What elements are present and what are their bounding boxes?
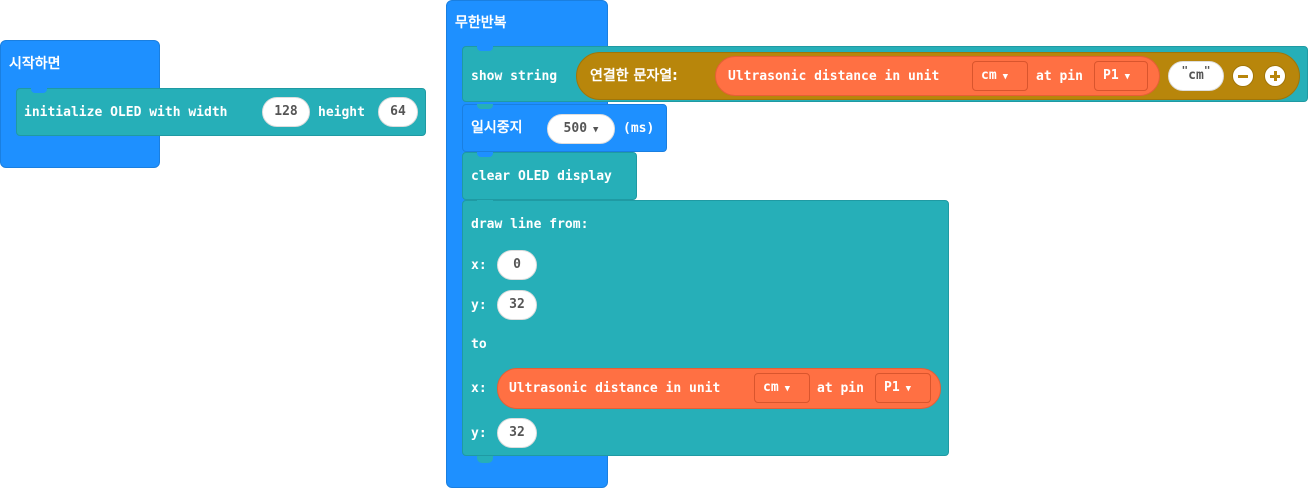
- oled-init-label: initialize OLED with width: [24, 105, 228, 120]
- unit-dropdown[interactable]: cm ▼: [754, 373, 810, 403]
- string-input[interactable]: "cm": [1168, 61, 1224, 91]
- chevron-down-icon: ▼: [784, 384, 791, 394]
- draw-line-label: draw line from:: [471, 217, 589, 232]
- ultrasonic-label: Ultrasonic distance in unit: [728, 69, 940, 84]
- quote-open: ": [1181, 64, 1189, 77]
- quote-close: ": [1203, 64, 1211, 77]
- pause-ms-value: 500: [563, 121, 588, 136]
- unit-dropdown[interactable]: cm ▼: [972, 61, 1028, 91]
- x2-label: x:: [471, 381, 487, 396]
- pin-value: P1: [1103, 68, 1119, 83]
- pause-ms-dropdown[interactable]: 500 ▼: [547, 114, 615, 144]
- width-input[interactable]: 128: [262, 97, 310, 127]
- block-notch: [31, 88, 47, 93]
- plus-icon[interactable]: [1264, 65, 1286, 87]
- clear-oled-label: clear OLED display: [471, 169, 612, 184]
- at-pin-label: at pin: [1036, 69, 1083, 84]
- ultrasonic-label: Ultrasonic distance in unit: [509, 381, 721, 396]
- block-notch: [477, 200, 493, 205]
- chevron-down-icon: ▼: [1124, 72, 1131, 82]
- pin-value: P1: [884, 380, 900, 395]
- on-start-label: 시작하면: [9, 56, 61, 72]
- to-label: to: [471, 337, 487, 352]
- chevron-down-icon: ▼: [593, 125, 599, 135]
- pin-dropdown[interactable]: P1 ▼: [875, 373, 931, 403]
- y2-label: y:: [471, 426, 487, 441]
- block-notch: [477, 104, 493, 109]
- show-string-label: show string: [471, 69, 558, 84]
- block-tab: [477, 456, 493, 463]
- y2-input[interactable]: 32: [497, 418, 537, 448]
- x1-input[interactable]: 0: [497, 250, 537, 280]
- at-pin-label: at pin: [817, 381, 864, 396]
- minus-icon[interactable]: [1232, 65, 1254, 87]
- draw-line-block[interactable]: [462, 200, 949, 463]
- unit-value: cm: [763, 380, 779, 395]
- height-label: height: [318, 105, 365, 120]
- join-label: 연결한 문자열:: [590, 68, 678, 84]
- pause-label: 일시중지: [471, 120, 523, 136]
- pause-unit-label: (ms): [623, 121, 655, 136]
- y1-label: y:: [471, 298, 487, 313]
- forever-label: 무한반복: [455, 15, 507, 31]
- block-notch: [477, 46, 493, 51]
- chevron-down-icon: ▼: [905, 384, 912, 394]
- height-input[interactable]: 64: [378, 97, 418, 127]
- x1-label: x:: [471, 258, 487, 273]
- string-value: cm: [1188, 68, 1204, 83]
- chevron-down-icon: ▼: [1002, 72, 1009, 82]
- pin-dropdown[interactable]: P1 ▼: [1094, 61, 1148, 91]
- unit-value: cm: [981, 68, 997, 83]
- y1-input[interactable]: 32: [497, 290, 537, 320]
- block-notch: [477, 152, 493, 157]
